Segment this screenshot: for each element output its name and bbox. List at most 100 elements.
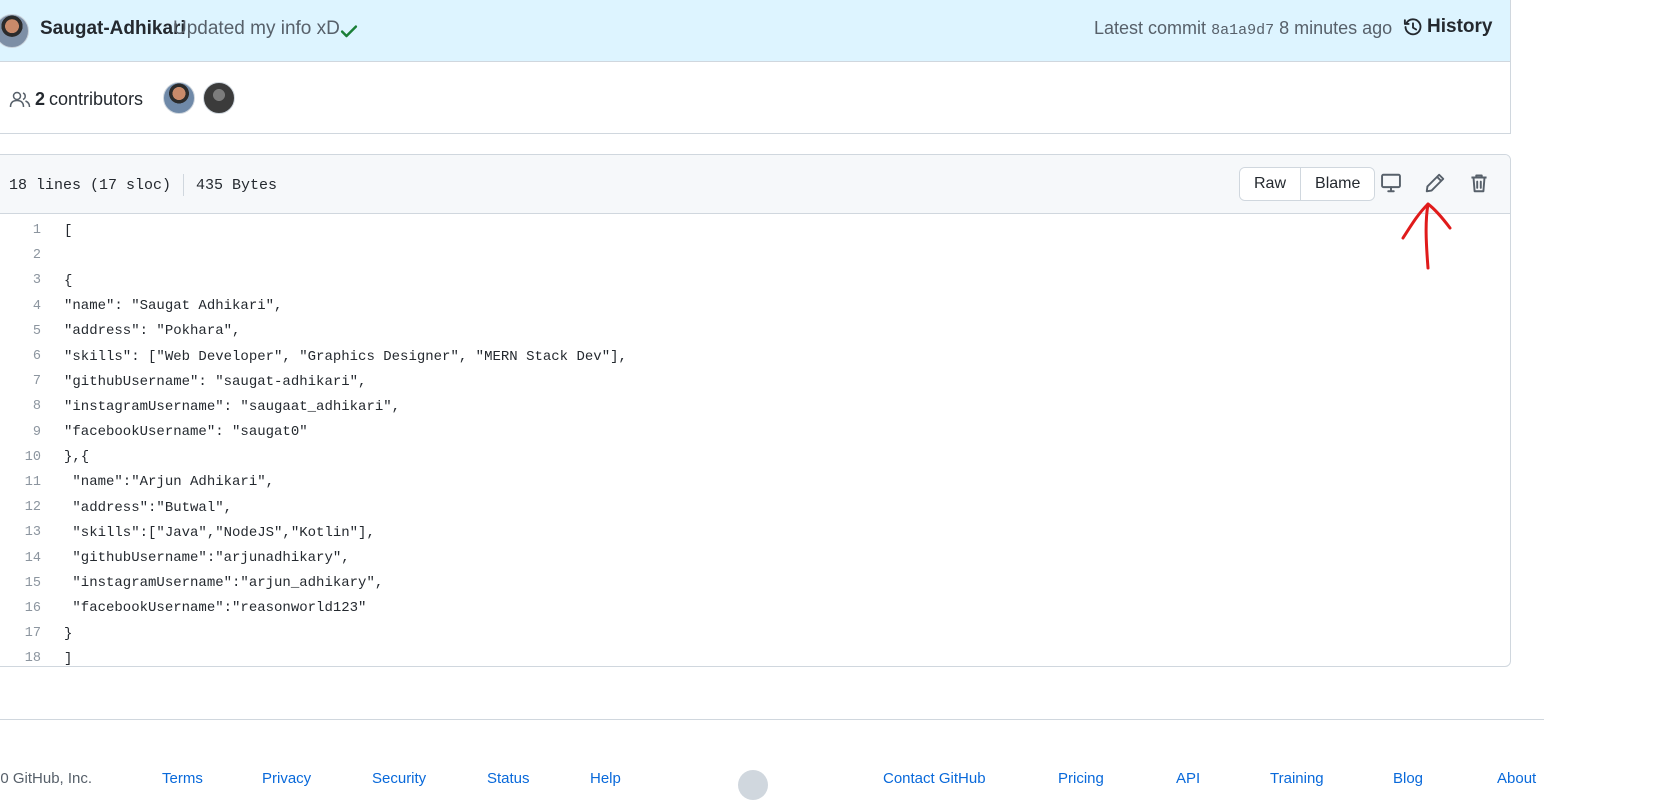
contributor-avatar[interactable] <box>203 82 235 114</box>
footer-link-contact[interactable]: Contact GitHub <box>883 770 986 787</box>
footer-copyright: 20 GitHub, Inc. <box>0 770 93 787</box>
file-info: 18 lines (17 sloc) 435 Bytes <box>9 174 277 196</box>
footer: 20 GitHub, Inc. Terms Privacy Security S… <box>0 770 1660 790</box>
code-line: 2 <box>0 243 1510 268</box>
code-line: 8 "instagramUsername": "saugaat_adhikari"… <box>0 394 1510 419</box>
history-button[interactable]: History <box>1403 16 1492 38</box>
line-content: "instagramUsername":"arjun_adhikary", <box>64 575 384 592</box>
line-content: { <box>64 272 73 289</box>
trash-icon[interactable] <box>1468 172 1490 194</box>
line-content: "skills": ["Web Developer", "Graphics De… <box>64 348 627 365</box>
code-line: 1[ <box>0 218 1510 243</box>
line-number[interactable]: 2 <box>0 248 41 263</box>
line-number[interactable]: 16 <box>0 601 41 616</box>
code-line: 12 "address":"Butwal", <box>0 495 1510 520</box>
footer-link-training[interactable]: Training <box>1270 770 1324 787</box>
line-number[interactable]: 10 <box>0 450 41 465</box>
line-number[interactable]: 3 <box>0 273 41 288</box>
blame-button[interactable]: Blame <box>1300 168 1375 200</box>
code-line: 14 "githubUsername":"arjunadhikary", <box>0 545 1510 570</box>
contributors-bar: 2 contributors <box>0 62 1511 134</box>
line-content: },{ <box>64 449 90 466</box>
author-avatar[interactable] <box>0 14 29 48</box>
people-icon <box>9 91 31 107</box>
file-viewer: 18 lines (17 sloc) 435 Bytes Raw Blame 1… <box>0 154 1511 667</box>
line-content: "address":"Butwal", <box>64 499 233 516</box>
code-line: 10 },{ <box>0 445 1510 470</box>
line-content: "address": "Pokhara", <box>64 323 241 340</box>
line-number[interactable]: 12 <box>0 500 41 515</box>
line-content: ] <box>64 650 73 667</box>
line-number[interactable]: 6 <box>0 349 41 364</box>
line-content: "githubUsername": "saugat-adhikari", <box>64 373 367 390</box>
file-view-buttons: Raw Blame <box>1239 167 1376 201</box>
code-line: 3{ <box>0 268 1510 293</box>
footer-link-status[interactable]: Status <box>487 770 530 787</box>
footer-link-pricing[interactable]: Pricing <box>1058 770 1104 787</box>
line-number[interactable]: 13 <box>0 525 41 540</box>
line-number[interactable]: 5 <box>0 324 41 339</box>
line-content: "facebookUsername": "saugat0" <box>64 424 308 441</box>
line-number[interactable]: 9 <box>0 425 41 440</box>
divider <box>183 174 185 196</box>
line-number[interactable]: 1 <box>0 223 41 238</box>
footer-link-blog[interactable]: Blog <box>1393 770 1423 787</box>
footer-link-terms[interactable]: Terms <box>162 770 203 787</box>
commit-author-link[interactable]: Saugat-Adhikari <box>40 18 186 40</box>
desktop-icon[interactable] <box>1380 172 1402 194</box>
code-line: 15 "instagramUsername":"arjun_adhikary", <box>0 571 1510 596</box>
line-content: "facebookUsername":"reasonworld123" <box>64 600 367 617</box>
line-content: "githubUsername":"arjunadhikary", <box>64 550 350 567</box>
code-line: 17} <box>0 621 1510 646</box>
code-block[interactable]: 1[2 3{4 "name": "Saugat Adhikari", 5 "addres… <box>0 214 1510 667</box>
raw-button[interactable]: Raw <box>1240 168 1301 200</box>
check-icon[interactable] <box>339 21 359 41</box>
history-label: History <box>1427 16 1493 37</box>
contributors-label: contributors <box>49 89 144 109</box>
code-line: 9 "facebookUsername": "saugat0" <box>0 420 1510 445</box>
line-number[interactable]: 18 <box>0 651 41 666</box>
file-size: 435 Bytes <box>196 176 278 194</box>
code-line: 13 "skills":["Java","NodeJS","Kotlin"], <box>0 520 1510 545</box>
github-logo-icon[interactable] <box>738 770 768 800</box>
line-number[interactable]: 7 <box>0 374 41 389</box>
line-number[interactable]: 17 <box>0 626 41 641</box>
latest-commit-bar: Saugat-Adhikari Updated my info xD Lates… <box>0 0 1511 62</box>
footer-link-help[interactable]: Help <box>590 770 621 787</box>
code-line: 4 "name": "Saugat Adhikari", <box>0 294 1510 319</box>
history-icon <box>1403 18 1422 36</box>
line-content: "name": "Saugat Adhikari", <box>64 298 283 315</box>
code-line: 16 "facebookUsername":"reasonworld123" <box>0 596 1510 621</box>
line-number[interactable]: 15 <box>0 576 41 591</box>
code-line: 18] <box>0 646 1510 667</box>
line-number[interactable]: 14 <box>0 551 41 566</box>
line-content: [ <box>64 222 73 239</box>
line-content: "instagramUsername": "saugaat_adhikari", <box>64 398 401 415</box>
line-number[interactable]: 8 <box>0 399 41 414</box>
commit-sha-link[interactable]: 8a1a9d7 <box>1211 22 1274 39</box>
code-line: 5 "address": "Pokhara", <box>0 319 1510 344</box>
footer-link-security[interactable]: Security <box>372 770 426 787</box>
contributors-link[interactable]: 2 contributors <box>9 89 143 110</box>
latest-commit-label: Latest commit <box>1094 18 1207 38</box>
code-line: 11 "name":"Arjun Adhikari", <box>0 470 1510 495</box>
latest-commit-info: Latest commit 8a1a9d7 8 minutes ago <box>1094 18 1392 39</box>
footer-link-about[interactable]: About <box>1497 770 1536 787</box>
contributor-avatar[interactable] <box>163 82 195 114</box>
line-number[interactable]: 11 <box>0 475 41 490</box>
contributors-count: 2 <box>35 89 46 109</box>
code-line: 6 "skills": ["Web Developer", "Graphics D… <box>0 344 1510 369</box>
footer-link-privacy[interactable]: Privacy <box>262 770 311 787</box>
line-content: "skills":["Java","NodeJS","Kotlin"], <box>64 524 375 541</box>
line-content: "name":"Arjun Adhikari", <box>64 474 275 491</box>
footer-link-api[interactable]: API <box>1176 770 1200 787</box>
line-number[interactable]: 4 <box>0 299 41 314</box>
footer-divider <box>0 719 1544 720</box>
code-line: 7 "githubUsername": "saugat-adhikari", <box>0 369 1510 394</box>
commit-time: 8 minutes ago <box>1279 18 1393 38</box>
commit-message-link[interactable]: Updated my info xD <box>173 18 340 40</box>
file-header: 18 lines (17 sloc) 435 Bytes Raw Blame <box>0 155 1510 214</box>
pencil-icon[interactable] <box>1424 172 1446 194</box>
file-lines-info: 18 lines (17 sloc) <box>9 176 172 194</box>
line-content: } <box>64 625 73 642</box>
